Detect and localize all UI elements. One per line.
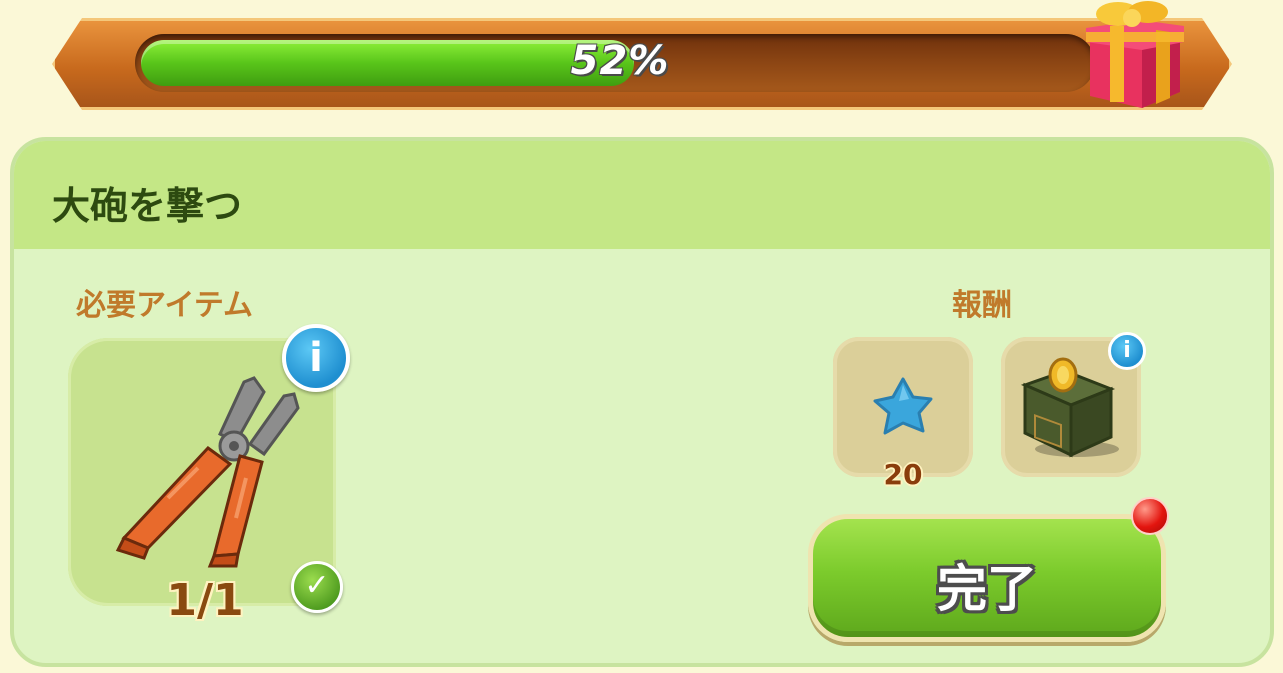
complete-button-label: 完了 [937,560,1037,618]
task-title: 大砲を撃つ [52,184,243,228]
gift-icon[interactable] [1080,0,1190,112]
reward-star-count: 20 [883,458,923,491]
notification-dot [1131,497,1169,535]
progress-percent: 52% [570,38,670,84]
required-item-count: 1/1 [166,575,244,626]
reward-card-star[interactable] [833,337,973,477]
blue-star-icon [873,377,933,435]
complete-button[interactable]: 完了 [808,514,1166,642]
checkmark-icon: ✓ [291,561,343,613]
reward-info-icon[interactable]: i [1108,332,1146,370]
info-icon[interactable]: i [282,324,350,392]
task-header: 大砲を撃つ [14,141,1270,249]
rewards-label: 報酬 [952,288,1012,323]
required-items-label: 必要アイテム [76,288,253,323]
